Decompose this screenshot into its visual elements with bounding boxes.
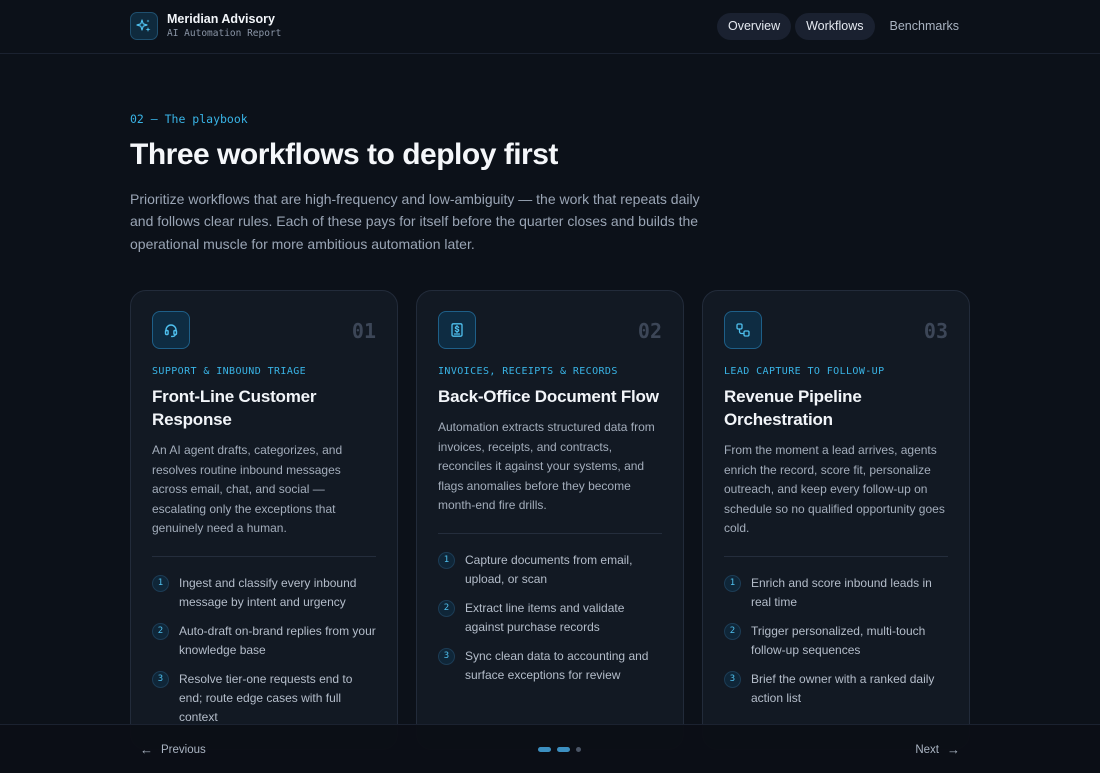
card-number: 01 xyxy=(351,319,376,343)
nav-benchmarks[interactable]: Benchmarks xyxy=(879,13,970,40)
card-description: Automation extracts structured data from… xyxy=(438,420,655,513)
step-text: Trigger personalized, multi-touch follow… xyxy=(751,623,926,658)
sparkle-icon xyxy=(130,12,158,40)
workflow-cards: 01 SUPPORT & INBOUND TRIAGE Front-Line C… xyxy=(130,290,970,750)
workflow-card: 03 LEAD CAPTURE TO FOLLOW-UP Revenue Pip… xyxy=(702,290,970,750)
step-number: 3 xyxy=(438,647,455,665)
top-nav: Overview Workflows Benchmarks xyxy=(717,13,970,40)
step-item: 2 Trigger personalized, multi-touch foll… xyxy=(724,622,948,661)
card-number: 03 xyxy=(923,319,948,343)
nav-overview[interactable]: Overview xyxy=(717,13,792,40)
workflow-icon xyxy=(724,311,762,349)
step-number: 2 xyxy=(438,599,455,617)
step-list: 1 Capture documents from email, upload, … xyxy=(438,551,662,685)
step-number: 1 xyxy=(724,574,741,592)
step-text: Resolve tier-one requests end to end; ro… xyxy=(179,671,353,725)
card-title: Revenue Pipeline Orchestration xyxy=(724,387,862,429)
step-number: 3 xyxy=(724,670,741,688)
arrow-left-icon: ← xyxy=(140,742,153,757)
card-divider xyxy=(438,532,662,534)
card-divider xyxy=(152,555,376,557)
step-item: 1 Ingest and classify every inbound mess… xyxy=(152,574,376,613)
page-dots xyxy=(538,747,581,752)
step-text: Auto-draft on-brand replies from your kn… xyxy=(179,623,376,658)
card-description: An AI agent drafts, categorizes, and res… xyxy=(152,443,343,536)
step-list: 1 Ingest and classify every inbound mess… xyxy=(152,574,376,728)
step-number: 1 xyxy=(438,551,455,569)
step-text: Capture documents from email, upload, or… xyxy=(465,552,633,587)
workflow-card: 02 INVOICES, RECEIPTS & RECORDS Back-Off… xyxy=(416,290,684,750)
page-dot-1[interactable] xyxy=(538,747,551,752)
top-bar: Meridian Advisory AI Automation Report O… xyxy=(0,0,1100,54)
step-item: 3 Sync clean data to accounting and surf… xyxy=(438,647,662,686)
card-title: Back-Office Document Flow xyxy=(438,387,659,406)
section-lede: Prioritize workflows that are high-frequ… xyxy=(130,191,700,252)
card-number: 02 xyxy=(637,319,662,343)
step-text: Extract line items and validate against … xyxy=(465,600,625,635)
page-dot-2[interactable] xyxy=(557,747,570,752)
previous-label: Previous xyxy=(161,743,206,756)
next-button[interactable]: Next → xyxy=(915,742,960,757)
page-dot-3[interactable] xyxy=(576,747,581,752)
step-number: 3 xyxy=(152,670,169,688)
card-category: INVOICES, RECEIPTS & RECORDS xyxy=(438,366,618,377)
headset-icon xyxy=(152,311,190,349)
nav-workflows[interactable]: Workflows xyxy=(795,13,875,40)
step-item: 1 Enrich and score inbound leads in real… xyxy=(724,574,948,613)
card-description: From the moment a lead arrives, agents e… xyxy=(724,443,945,536)
card-category: LEAD CAPTURE TO FOLLOW-UP xyxy=(724,366,885,377)
step-number: 2 xyxy=(724,622,741,640)
document-dollar-icon xyxy=(438,311,476,349)
card-title: Front-Line Customer Response xyxy=(152,387,317,429)
step-item: 1 Capture documents from email, upload, … xyxy=(438,551,662,590)
step-text: Brief the owner with a ranked daily acti… xyxy=(751,671,935,705)
step-text: Enrich and score inbound leads in real t… xyxy=(751,575,932,610)
brand-subtitle: AI Automation Report xyxy=(167,27,282,39)
step-text: Ingest and classify every inbound messag… xyxy=(179,575,357,610)
step-number: 2 xyxy=(152,622,169,640)
brand-name: Meridian Advisory xyxy=(167,11,275,26)
page-title: Three workflows to deploy first xyxy=(130,138,558,171)
section-eyebrow: 02 — The playbook xyxy=(130,112,248,126)
step-item: 3 Resolve tier-one requests end to end; … xyxy=(152,670,376,728)
step-item: 2 Extract line items and validate agains… xyxy=(438,599,662,638)
pagination-bar: ← Previous Next → xyxy=(0,724,1100,773)
step-text: Sync clean data to accounting and surfac… xyxy=(465,648,649,682)
card-divider xyxy=(724,555,948,557)
step-item: 2 Auto-draft on-brand replies from your … xyxy=(152,622,376,661)
step-number: 1 xyxy=(152,574,169,592)
workflow-card: 01 SUPPORT & INBOUND TRIAGE Front-Line C… xyxy=(130,290,398,750)
step-list: 1 Enrich and score inbound leads in real… xyxy=(724,574,948,708)
next-label: Next xyxy=(915,743,939,756)
brand[interactable]: Meridian Advisory AI Automation Report xyxy=(130,12,281,40)
card-category: SUPPORT & INBOUND TRIAGE xyxy=(152,366,307,377)
arrow-right-icon: → xyxy=(947,742,960,757)
previous-button[interactable]: ← Previous xyxy=(140,742,206,757)
step-item: 3 Brief the owner with a ranked daily ac… xyxy=(724,670,948,709)
